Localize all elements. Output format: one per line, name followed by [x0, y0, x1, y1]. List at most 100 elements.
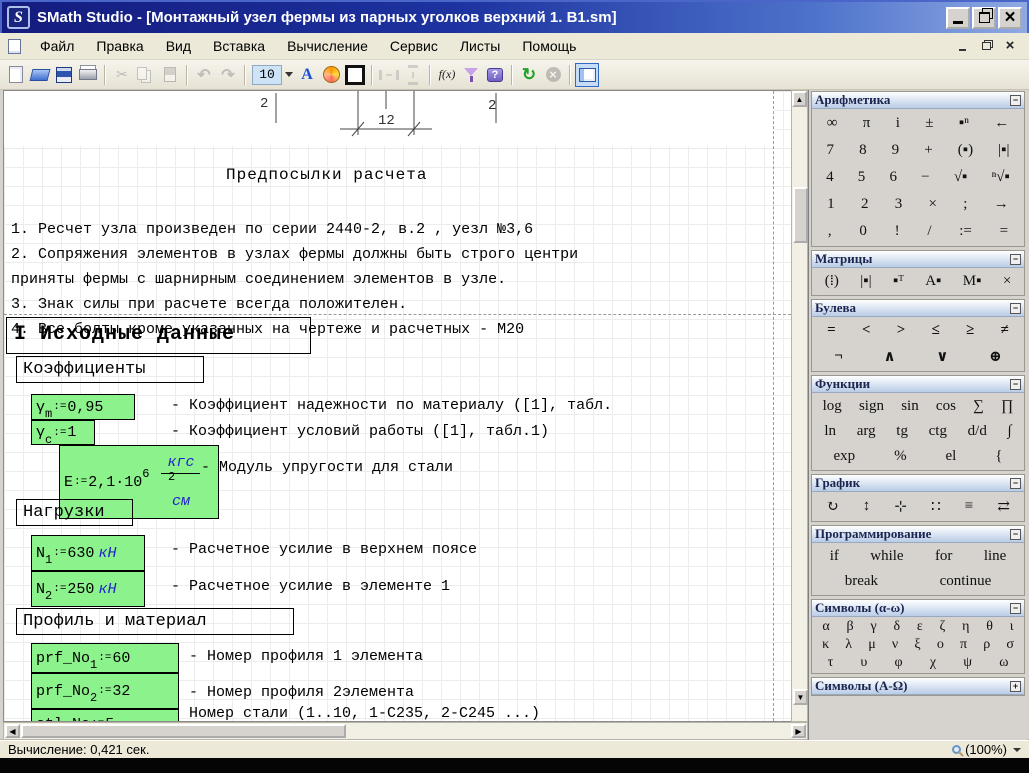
palette-symbol[interactable]: 2: [859, 195, 871, 214]
menu-insert[interactable]: Вставка: [202, 35, 276, 57]
formula-description[interactable]: - Модуль упругости для стали: [201, 459, 453, 476]
palette-symbol[interactable]: continue: [938, 572, 994, 591]
palette-symbol[interactable]: {: [993, 447, 1004, 466]
note-line[interactable]: приняты фермы с шарнирным соединением эл…: [11, 271, 506, 288]
region-heading[interactable]: Предпосылки расчета: [226, 166, 427, 184]
palette-symbol[interactable]: 8: [857, 141, 869, 160]
palette-symbol[interactable]: log: [821, 397, 844, 416]
palette-symbol[interactable]: sign: [857, 397, 886, 416]
palette-symbol[interactable]: ψ: [962, 655, 973, 671]
palette-symbol[interactable]: ∑: [971, 397, 986, 416]
child-restore-icon[interactable]: [979, 39, 993, 53]
palette-symbol[interactable]: ξ: [913, 637, 921, 653]
palette-symbol[interactable]: √▪: [952, 168, 970, 187]
scroll-up-icon[interactable]: ▲: [792, 91, 807, 107]
formula-gamma-c[interactable]: γc:=1: [31, 420, 95, 445]
palette-symbol[interactable]: 9: [890, 141, 902, 160]
document-icon[interactable]: [8, 39, 21, 54]
palette-symbol[interactable]: ▪ᵀ: [891, 272, 906, 291]
print-icon[interactable]: [76, 63, 100, 87]
formula-prf-no-1[interactable]: prf_No1:=60: [31, 643, 179, 673]
palette-symbol[interactable]: exp: [831, 447, 857, 466]
palette-symbol[interactable]: ←: [992, 114, 1011, 133]
vertical-scroll-thumb[interactable]: [793, 187, 808, 243]
palette-symbol[interactable]: ln: [822, 422, 838, 441]
palette-symbol[interactable]: (⁞): [823, 272, 841, 291]
child-close-icon[interactable]: [1003, 39, 1017, 53]
palette-symbol[interactable]: el: [944, 447, 959, 466]
child-minimize-icon[interactable]: [955, 39, 969, 53]
palette-symbol[interactable]: sin: [899, 397, 921, 416]
open-file-icon[interactable]: [28, 63, 52, 87]
formula-description[interactable]: Номер стали (1..10, 1-С235, 2-С245 ...): [189, 705, 540, 722]
font-size-combo[interactable]: 10: [252, 65, 282, 85]
palette-symbol[interactable]: ⊕: [987, 346, 1004, 367]
palette-symbol[interactable]: cos: [934, 397, 958, 416]
palette-symbol[interactable]: M▪: [961, 272, 984, 291]
palette-symbol[interactable]: d/d: [966, 422, 989, 441]
palette-symbol[interactable]: ζ: [939, 619, 947, 635]
palette-symbol[interactable]: line: [982, 547, 1009, 566]
palette-symbol[interactable]: 7: [825, 141, 837, 160]
formula-description[interactable]: - Коэффициент условий работы ([1], табл.…: [171, 423, 549, 440]
palette-symbol[interactable]: υ: [859, 655, 868, 671]
magnifier-icon[interactable]: [952, 745, 961, 754]
palette-symbol[interactable]: ∷: [929, 496, 943, 517]
palette-symbol[interactable]: χ: [929, 655, 937, 671]
palette-symbol[interactable]: ×: [1001, 272, 1013, 291]
zoom-level[interactable]: (100%): [965, 742, 1007, 757]
insert-function-icon[interactable]: f(x): [435, 63, 459, 87]
palette-symbol[interactable]: τ: [827, 655, 835, 671]
palette-symbol[interactable]: ω: [998, 655, 1009, 671]
formula-description[interactable]: - Расчетное усилие в верхнем поясе: [171, 541, 477, 558]
palette-symbol[interactable]: =: [998, 222, 1010, 241]
menu-edit[interactable]: Правка: [85, 35, 154, 57]
palette-symbol[interactable]: ;: [961, 195, 969, 214]
collapse-icon[interactable]: −: [1010, 379, 1021, 390]
palette-symbol[interactable]: 5: [856, 168, 868, 187]
close-button[interactable]: [998, 7, 1022, 29]
palette-symbol[interactable]: η: [961, 619, 970, 635]
palette-symbol[interactable]: for: [933, 547, 955, 566]
palette-symbol[interactable]: ∧: [881, 346, 897, 367]
expand-icon[interactable]: +: [1010, 681, 1021, 692]
menu-file[interactable]: Файл: [29, 35, 85, 57]
palette-symbol[interactable]: 0: [857, 222, 869, 241]
palette-symbol[interactable]: →: [992, 195, 1011, 214]
formula-N2[interactable]: N2:=250кН: [31, 571, 145, 607]
palette-symbol[interactable]: ι: [1009, 619, 1015, 635]
save-file-icon[interactable]: [52, 63, 76, 87]
formula-description[interactable]: - Коэффициент надежности по материалу ([…: [171, 397, 612, 414]
palette-symbol[interactable]: ↕: [861, 497, 873, 516]
palette-symbol[interactable]: <: [860, 321, 873, 340]
palette-symbol[interactable]: π: [861, 114, 873, 133]
scroll-left-icon[interactable]: ◀: [5, 724, 20, 738]
palette-symbol[interactable]: ×: [927, 195, 939, 214]
border-icon[interactable]: [343, 63, 367, 87]
palette-symbol[interactable]: while: [868, 547, 905, 566]
restore-button[interactable]: [972, 7, 996, 29]
palette-symbol[interactable]: δ: [892, 619, 901, 635]
minimize-button[interactable]: [946, 7, 970, 29]
palette-symbol[interactable]: 6: [887, 168, 899, 187]
formula-description[interactable]: - Номер профиля 1 элемента: [189, 648, 423, 665]
palette-symbol[interactable]: break: [843, 572, 880, 591]
zoom-dropdown-icon[interactable]: [1013, 748, 1021, 752]
palette-symbol[interactable]: −: [919, 168, 931, 187]
formula-description[interactable]: - Номер профиля 2элемента: [189, 684, 414, 701]
collapse-icon[interactable]: −: [1010, 254, 1021, 265]
horizontal-scroll-thumb[interactable]: [21, 724, 346, 738]
palette-symbol[interactable]: >: [895, 321, 908, 340]
palette-symbol[interactable]: tg: [894, 422, 910, 441]
note-line[interactable]: 3. Знак силы при расчете всегда положите…: [11, 296, 407, 313]
palette-symbol[interactable]: 4: [824, 168, 836, 187]
palette-symbol[interactable]: :=: [957, 222, 974, 241]
collapse-icon[interactable]: −: [1010, 529, 1021, 540]
palette-symbol[interactable]: |▪|: [996, 141, 1011, 160]
note-line[interactable]: 1. Ресчет узла произведен по серии 2440-…: [11, 221, 533, 238]
formula-N1[interactable]: N1:=630кН: [31, 535, 145, 571]
palette-symbol[interactable]: =: [825, 321, 838, 340]
palette-symbol[interactable]: ±: [923, 114, 935, 133]
formula-description[interactable]: - Расчетное усилие в элементе 1: [171, 578, 450, 595]
menu-view[interactable]: Вид: [155, 35, 202, 57]
